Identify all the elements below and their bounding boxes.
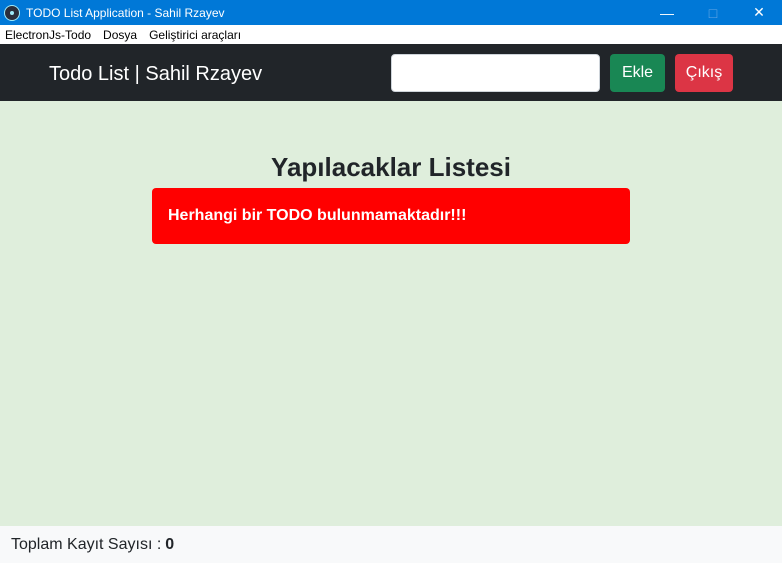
minimize-icon[interactable]: — (644, 0, 690, 25)
menu-item-developer-tools[interactable]: Geliştirici araçları (143, 28, 247, 42)
app-window: TODO List Application - Sahil Rzayev — □… (0, 0, 782, 563)
window-title: TODO List Application - Sahil Rzayev (26, 5, 225, 20)
menu-bar: ElectronJs-Todo Dosya Geliştirici araçla… (0, 25, 782, 44)
page-title: Yapılacaklar Listesi (271, 152, 511, 182)
exit-button[interactable]: Çıkış (675, 54, 733, 92)
window-controls: — □ ✕ (644, 0, 782, 25)
close-icon[interactable]: ✕ (736, 0, 782, 25)
todo-input[interactable] (391, 54, 600, 92)
empty-alert: Herhangi bir TODO bulunmamaktadır!!! (152, 188, 630, 244)
empty-alert-text: Herhangi bir TODO bulunmamaktadır!!! (168, 207, 467, 224)
menu-item-dosya[interactable]: Dosya (97, 28, 143, 42)
navbar-brand[interactable]: Todo List | Sahil Rzayev (49, 63, 262, 86)
electron-app-icon (4, 4, 20, 21)
navbar: Todo List | Sahil Rzayev Ekle Çıkış (0, 44, 782, 101)
record-count-label: Toplam Kayıt Sayısı : (11, 535, 162, 553)
maximize-icon[interactable]: □ (690, 0, 736, 25)
record-count-value: 0 (165, 535, 175, 553)
main-content: Yapılacaklar Listesi Herhangi bir TODO b… (0, 101, 782, 526)
menu-item-electronjs-todo[interactable]: ElectronJs-Todo (0, 28, 97, 42)
footer: Toplam Kayıt Sayısı : 0 (0, 526, 782, 563)
add-button[interactable]: Ekle (610, 54, 665, 92)
title-bar: TODO List Application - Sahil Rzayev — □… (0, 0, 782, 25)
